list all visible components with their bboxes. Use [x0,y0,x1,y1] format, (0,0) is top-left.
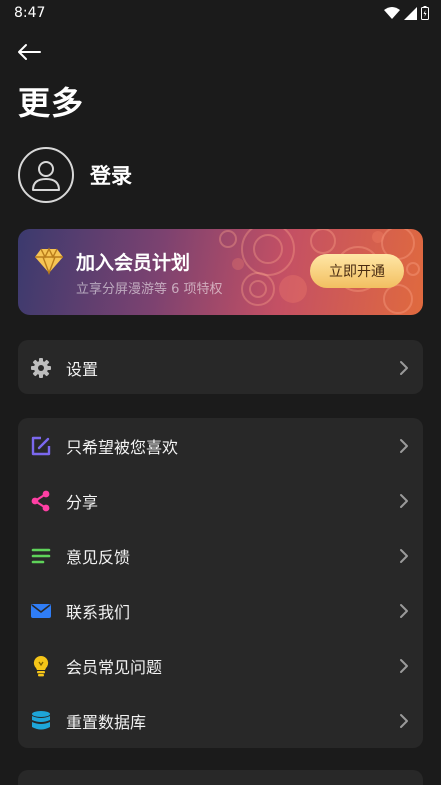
signal-icon [404,6,417,20]
gear-icon [30,357,52,379]
chevron-right-icon [400,658,408,673]
status-icons [384,6,429,20]
feedback-lines-icon [30,545,52,567]
share-icon [30,490,52,512]
chevron-right-icon [400,548,408,563]
status-bar: 8:47 [0,0,441,26]
menu-card: 只希望被您喜欢 分享 意见反馈 联系我们 会员常见问题 重置数据库 [18,418,423,748]
menu-item-label: 会员常见问题 [66,657,163,677]
vip-open-button[interactable]: 立即开通 [310,254,404,288]
menu-item-faq[interactable]: 会员常见问题 [18,638,423,693]
edit-icon [30,435,52,457]
bottom-card [18,770,423,785]
menu-item-share[interactable]: 分享 [18,473,423,528]
chevron-right-icon [400,713,408,728]
vip-subtitle: 立享分屏漫游等 6 项特权 [76,282,223,297]
menu-item-feedback[interactable]: 意见反馈 [18,528,423,583]
chevron-right-icon [400,360,408,375]
settings-label: 设置 [66,359,99,379]
menu-item-label: 意见反馈 [66,547,131,567]
chevron-right-icon [400,438,408,453]
database-icon [30,710,52,732]
arrow-left-icon [18,44,41,60]
status-time: 8:47 [14,5,46,21]
menu-item-reset-db[interactable]: 重置数据库 [18,693,423,748]
chevron-right-icon [400,603,408,618]
menu-item-label: 联系我们 [66,602,131,622]
menu-item-contact[interactable]: 联系我们 [18,583,423,638]
settings-card: 设置 [18,340,423,394]
mail-icon [30,600,52,622]
vip-title: 加入会员计划 [76,252,191,274]
page-title: 更多 [18,84,85,122]
menu-item-label: 只希望被您喜欢 [66,437,179,457]
diamond-icon [35,247,63,275]
back-button[interactable] [16,38,48,66]
login-label[interactable]: 登录 [90,160,132,190]
menu-item-label: 重置数据库 [66,712,147,732]
avatar[interactable] [18,147,74,203]
user-icon [32,161,60,191]
settings-row[interactable]: 设置 [18,340,423,395]
wifi-icon [384,6,400,19]
lightbulb-icon [30,655,52,677]
menu-item-label: 分享 [66,492,99,512]
login-row[interactable]: 登录 [18,147,132,203]
menu-item-rate[interactable]: 只希望被您喜欢 [18,418,423,473]
battery-icon [421,6,429,20]
vip-banner[interactable]: 加入会员计划 立享分屏漫游等 6 项特权 立即开通 [18,229,423,315]
chevron-right-icon [400,493,408,508]
